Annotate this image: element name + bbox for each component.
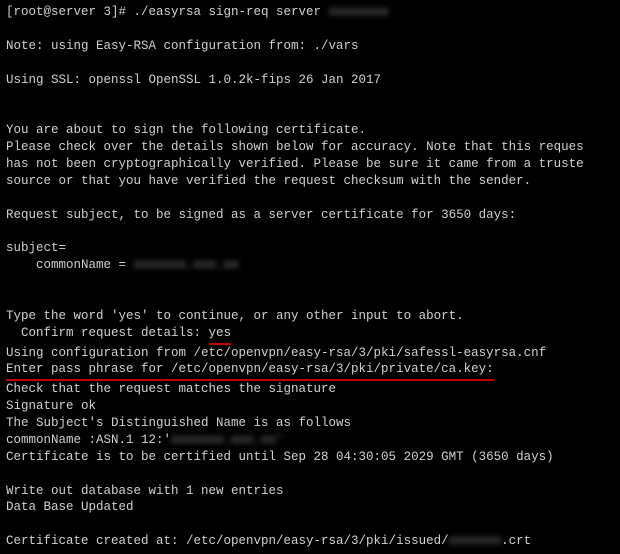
blank-line: [6, 274, 614, 291]
cn-asn-value: xxxxxxx.xxx.xx': [171, 433, 284, 447]
blank-line: [6, 223, 614, 240]
write-db-line: Write out database with 1 new entries: [6, 483, 614, 500]
common-name-line: commonName = xxxxxxx.xxx.xx: [6, 257, 614, 274]
prompt-argument: xxxxxxxx: [329, 5, 389, 19]
cert-created-label: Certificate created at: /etc/openvpn/eas…: [6, 534, 449, 548]
check-sig-line: Check that the request matches the signa…: [6, 381, 614, 398]
blank-line: [6, 55, 614, 72]
dn-follows-line: The Subject's Distinguished Name is as f…: [6, 415, 614, 432]
sig-ok-line: Signature ok: [6, 398, 614, 415]
blank-line: [6, 88, 614, 105]
blank-line: [6, 105, 614, 122]
using-config-line: Using configuration from /etc/openvpn/ea…: [6, 345, 614, 362]
db-updated-line: Data Base Updated: [6, 499, 614, 516]
terminal-output: [root@server 3]# ./easyrsa sign-req serv…: [6, 4, 614, 21]
confirm-label: Confirm request details:: [21, 326, 209, 340]
confirm-line: Confirm request details: yes: [6, 325, 614, 345]
about-sign-line: You are about to sign the following cert…: [6, 122, 614, 139]
cert-created-ext: .crt: [501, 534, 531, 548]
request-subject-line: Request subject, to be signed as a serve…: [6, 207, 614, 224]
cert-until-line: Certificate is to be certified until Sep…: [6, 449, 614, 466]
common-name-label: commonName =: [36, 258, 134, 272]
blank-line: [6, 190, 614, 207]
shell-prompt: [root@server 3]# ./easyrsa sign-req serv…: [6, 5, 329, 19]
type-yes-line: Type the word 'yes' to continue, or any …: [6, 308, 614, 325]
blank-line: [6, 21, 614, 38]
cn-asn-line: commonName :ASN.1 12:'xxxxxxx.xxx.xx': [6, 432, 614, 449]
blank-line: [6, 516, 614, 533]
passphrase-line: Enter pass phrase for /etc/openvpn/easy-…: [6, 361, 614, 381]
cert-created-filename: xxxxxxx: [449, 534, 502, 548]
confirm-value: yes: [209, 325, 232, 345]
cert-created-line: Certificate created at: /etc/openvpn/eas…: [6, 533, 614, 550]
check-details-line: Please check over the details shown belo…: [6, 139, 614, 156]
blank-line: [6, 466, 614, 483]
passphrase-text: Enter pass phrase for /etc/openvpn/easy-…: [6, 361, 494, 381]
source-line: source or that you have verified the req…: [6, 173, 614, 190]
note-line: Note: using Easy-RSA configuration from:…: [6, 38, 614, 55]
common-name-value: xxxxxxx.xxx.xx: [134, 258, 239, 272]
blank-line: [6, 291, 614, 308]
ssl-line: Using SSL: openssl OpenSSL 1.0.2k-fips 2…: [6, 72, 614, 89]
subject-eq-line: subject=: [6, 240, 614, 257]
not-verified-line: has not been cryptographically verified.…: [6, 156, 614, 173]
cn-asn-label: commonName :ASN.1 12:': [6, 433, 171, 447]
